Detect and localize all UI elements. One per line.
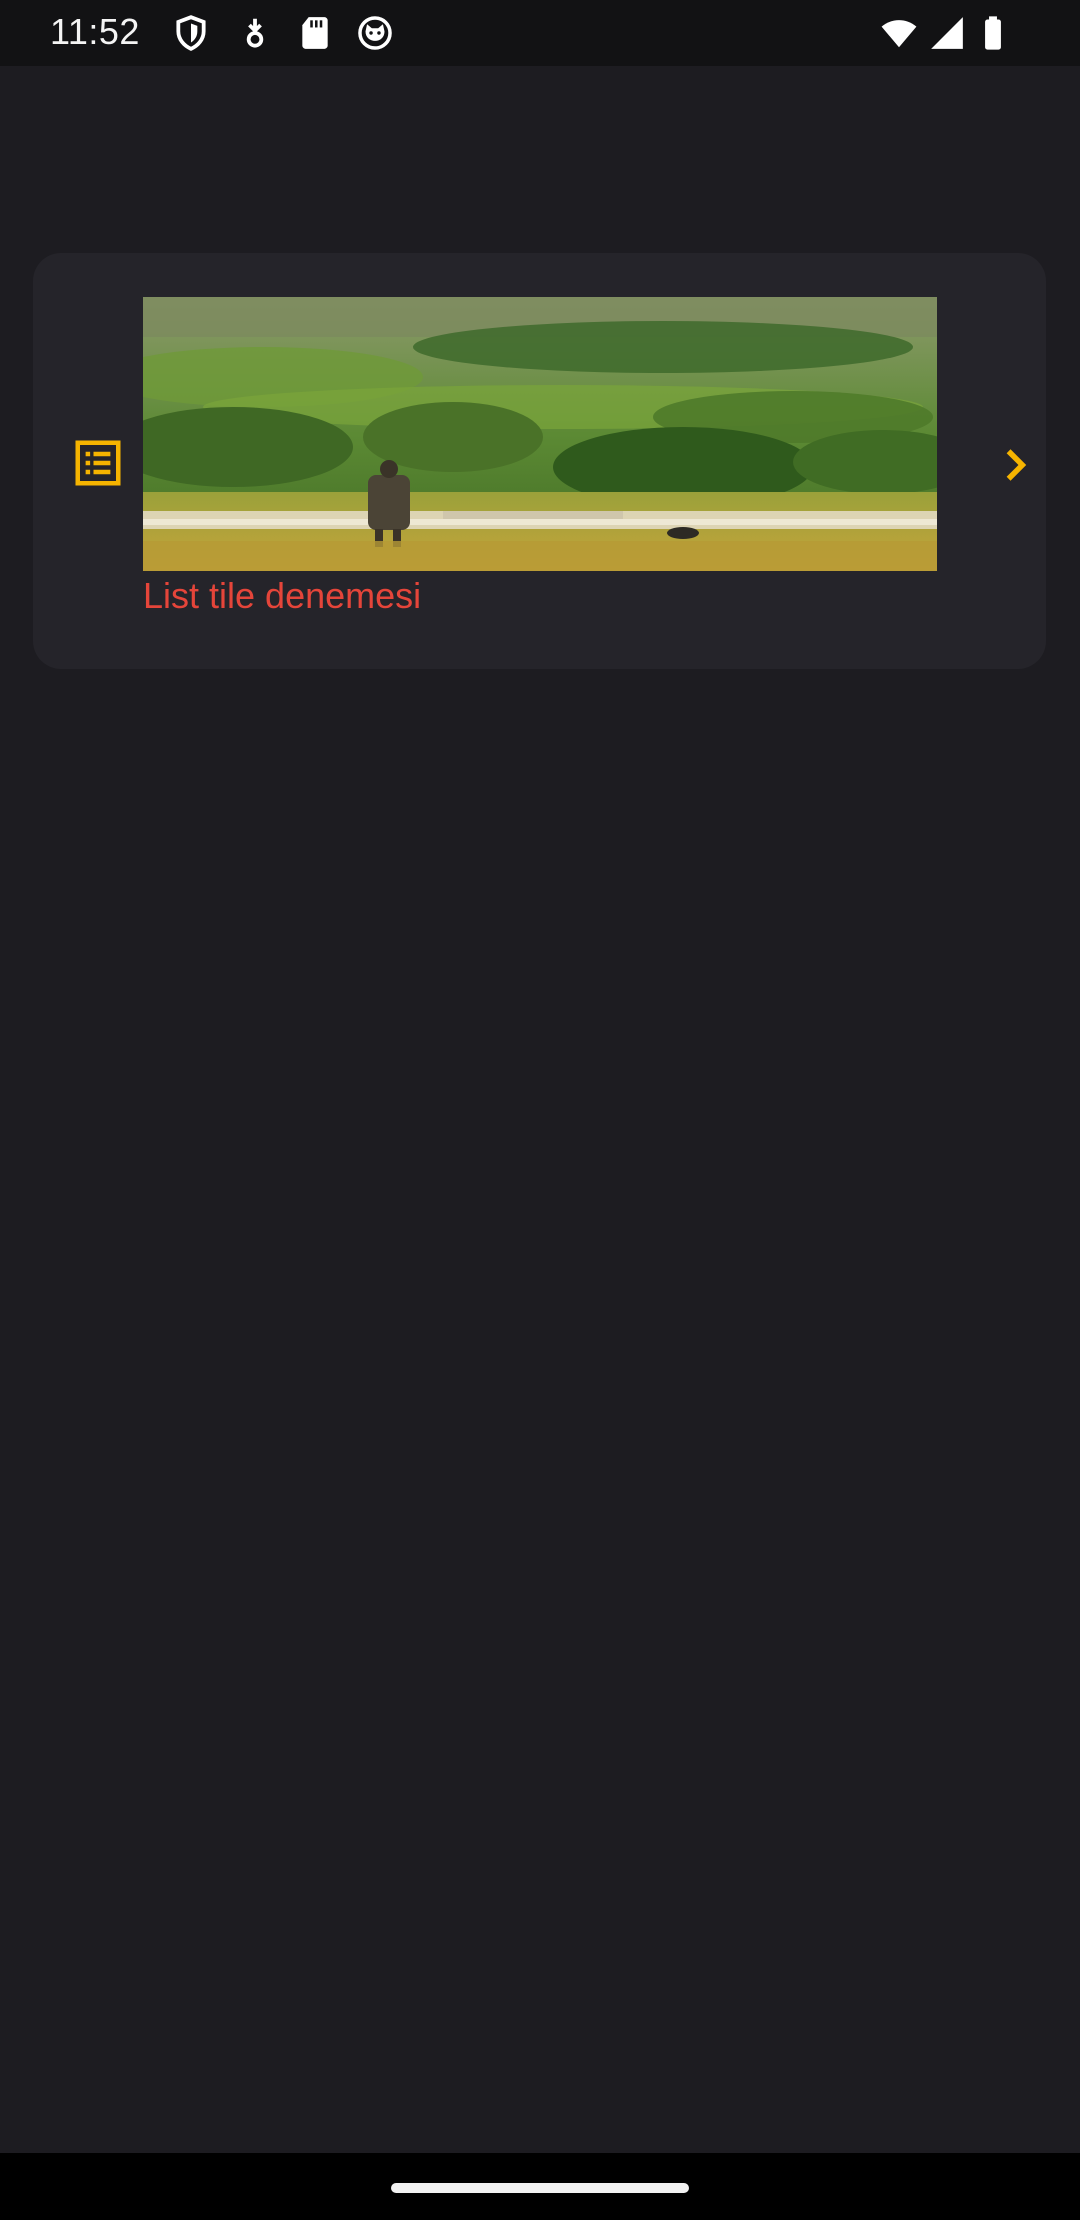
cellular-signal-icon (931, 17, 963, 49)
list-tile-card[interactable]: List tile denemesi (33, 253, 1046, 669)
cat-face-icon (358, 16, 392, 50)
wifi-icon (881, 20, 917, 48)
landscape-photo (143, 297, 937, 571)
list-tile-title: List tile denemesi (143, 575, 422, 616)
chevron-right-icon[interactable] (993, 443, 1037, 487)
shield-icon (176, 15, 206, 51)
gesture-navigation-bar (0, 2153, 1080, 2220)
home-gesture-handle[interactable] (391, 2183, 689, 2193)
download-indicator-icon (246, 18, 264, 48)
status-bar: 11:52 (0, 0, 1080, 66)
list-alt-icon (75, 440, 121, 486)
app-screen: 11:52 List tile denemesi (0, 0, 1080, 2220)
battery-icon (985, 16, 1001, 50)
sd-card-icon (302, 17, 328, 49)
status-time: 11:52 (50, 11, 140, 52)
